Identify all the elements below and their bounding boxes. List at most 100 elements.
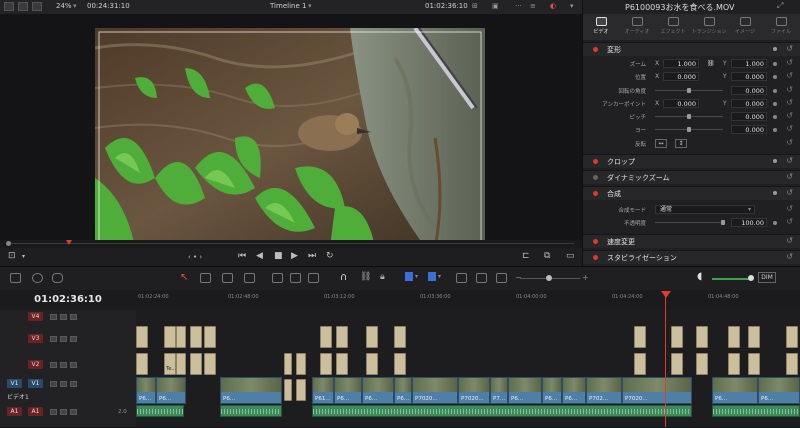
source-patch-v1[interactable]: V1 — [7, 379, 22, 388]
marker-icon[interactable] — [428, 272, 436, 281]
tab-transition[interactable]: トランジション — [691, 14, 727, 40]
tab-video[interactable]: ビデオ — [583, 14, 619, 40]
loop-icon[interactable]: ↻ — [326, 251, 334, 261]
position-keyframe-icon[interactable] — [773, 75, 777, 79]
video-clip[interactable]: P61... — [312, 377, 334, 404]
video-clip[interactable]: P6... — [334, 377, 362, 404]
title-clip[interactable] — [394, 353, 406, 375]
playhead-handle[interactable] — [661, 291, 671, 298]
flag-chevron-icon[interactable]: ▾ — [415, 273, 418, 280]
title-clip[interactable] — [320, 326, 332, 348]
lock-icon[interactable] — [50, 409, 57, 415]
tab-effects[interactable]: エフェクト — [655, 14, 691, 40]
blade-tool-icon[interactable] — [244, 273, 255, 283]
flip-horizontal-icon[interactable]: ↔ — [655, 139, 667, 148]
crop-keyframe-icon[interactable] — [773, 159, 777, 163]
viewer-layout-icon[interactable] — [4, 2, 14, 11]
video-clip[interactable]: P6... — [758, 377, 800, 404]
track-header-a1[interactable]: A1 A1 2.0 — [0, 404, 136, 428]
zoom-detail-icon[interactable] — [476, 273, 487, 283]
title-clip[interactable] — [394, 326, 406, 348]
title-clip[interactable]: Te... — [164, 353, 176, 375]
timeline-ruler[interactable]: 01:02:24:00 01:02:48:00 01:03:12:00 01:0… — [136, 290, 800, 311]
lock-icon[interactable] — [50, 314, 57, 320]
section-speed-change[interactable]: 速度変更 ↺ — [583, 234, 800, 248]
rotation-reset-icon[interactable]: ↺ — [786, 85, 793, 94]
section-crop[interactable]: クロップ ↺ — [583, 154, 800, 168]
track-v2-controls[interactable] — [50, 362, 90, 369]
lane-v4[interactable] — [136, 310, 800, 325]
title-clip[interactable] — [728, 353, 740, 375]
play-icon[interactable]: ▶ — [291, 251, 298, 261]
transform-reset-icon[interactable]: ↺ — [786, 44, 793, 53]
master-volume-knob[interactable] — [748, 275, 754, 281]
title-clip[interactable] — [284, 379, 292, 401]
composite-mode-select[interactable]: 通常 ▾ — [655, 205, 755, 214]
linked-selection-icon[interactable]: ⛓ — [360, 272, 371, 282]
video-clip[interactable]: P7020... — [458, 377, 490, 404]
marker-chevron-icon[interactable]: ▾ — [438, 273, 441, 280]
zoom-x-field[interactable]: 1.000 — [663, 59, 699, 68]
scrubber-playhead[interactable] — [66, 240, 72, 245]
video-clip[interactable]: P6... — [508, 377, 542, 404]
audio-clip[interactable] — [712, 405, 800, 417]
trim-tool-icon[interactable] — [200, 273, 211, 283]
video-clip[interactable]: P7020... — [622, 377, 692, 404]
title-clip[interactable] — [190, 353, 202, 375]
title-clip[interactable] — [320, 353, 332, 375]
viewer-grid-icon[interactable]: ⊡ — [8, 251, 16, 261]
anchor-y-field[interactable]: 0.000 — [731, 99, 767, 108]
selection-tool-icon[interactable]: ↖ — [180, 272, 188, 283]
flag-icon[interactable] — [405, 272, 413, 281]
yaw-field[interactable]: 0.000 — [731, 125, 767, 134]
transform-enable-toggle[interactable] — [593, 47, 598, 52]
audio-clip[interactable] — [136, 405, 184, 417]
zoom-y-field[interactable]: 1.000 — [731, 59, 767, 68]
volume-icon[interactable]: ◖ — [697, 271, 702, 282]
master-volume-slider[interactable] — [712, 278, 750, 280]
zoom-in-icon[interactable]: + — [582, 273, 589, 282]
clip-settings-icon[interactable]: ≡ — [530, 2, 536, 10]
zoom-keyframe-icon[interactable] — [773, 62, 777, 66]
title-clip[interactable] — [671, 326, 683, 348]
audio-clip[interactable] — [312, 405, 692, 417]
speed-change-reset-icon[interactable]: ↺ — [786, 236, 793, 245]
overlay-icon[interactable]: ▣ — [492, 2, 499, 10]
timeline-view-options-icon[interactable] — [10, 273, 21, 283]
video-clip[interactable]: P6... — [220, 377, 282, 404]
dynamic-zoom-reset-icon[interactable]: ↺ — [786, 172, 793, 181]
title-clip[interactable] — [696, 326, 708, 348]
stabilization-enable-toggle[interactable] — [593, 255, 598, 260]
video-clip[interactable]: P6... — [362, 377, 394, 404]
in-out-icon[interactable]: ⧉ — [544, 251, 550, 261]
stabilization-reset-icon[interactable]: ↺ — [786, 252, 793, 261]
opacity-field[interactable]: 100.00 — [731, 218, 767, 227]
view-options-chevron-icon[interactable]: ▾ — [570, 2, 574, 10]
video-clip[interactable]: P6... — [394, 377, 412, 404]
title-clip[interactable] — [204, 326, 216, 348]
yaw-slider-knob[interactable] — [687, 127, 691, 132]
track-header-v1[interactable]: V1 V1 ビデオ1 — [0, 377, 136, 405]
video-clip[interactable]: P7... — [490, 377, 508, 404]
pitch-field[interactable]: 0.000 — [731, 112, 767, 121]
lane-v3[interactable] — [136, 324, 800, 352]
go-to-end-icon[interactable]: ⏭ — [308, 251, 316, 261]
opacity-slider-knob[interactable] — [721, 220, 725, 225]
anchor-reset-icon[interactable]: ↺ — [786, 98, 793, 107]
scrubber-in-handle[interactable] — [6, 241, 11, 246]
video-clip[interactable]: P702... — [586, 377, 622, 404]
track-enable-icon[interactable] — [70, 336, 77, 342]
timeline-playhead[interactable] — [665, 292, 666, 427]
title-clip[interactable] — [366, 353, 378, 375]
source-patch-a1[interactable]: A1 — [7, 407, 22, 416]
track-enable-icon[interactable] — [70, 381, 77, 387]
title-clip[interactable] — [634, 353, 646, 375]
viewer-mode-icon[interactable] — [18, 2, 28, 11]
auto-select-icon[interactable] — [60, 336, 67, 342]
dynamic-trim-icon[interactable] — [222, 273, 233, 283]
track-v4-controls[interactable] — [50, 314, 90, 321]
track-enable-icon[interactable] — [70, 362, 77, 368]
insert-clip-icon[interactable] — [272, 273, 283, 283]
yaw-keyframe-icon[interactable] — [773, 128, 777, 132]
voiceover-mic-icon[interactable] — [52, 273, 63, 283]
